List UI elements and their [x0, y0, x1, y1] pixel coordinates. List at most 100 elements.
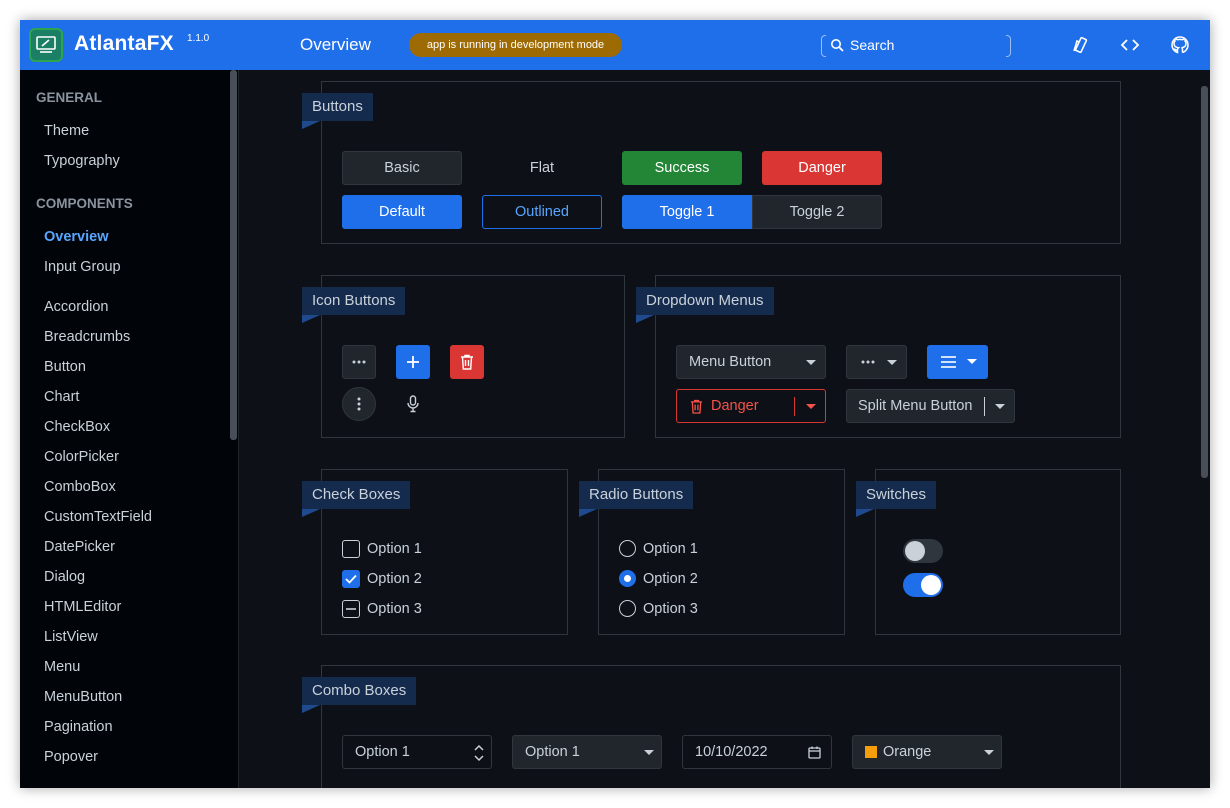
chevron-down-icon[interactable] — [984, 750, 994, 755]
radio-selected[interactable] — [619, 570, 636, 587]
checkbox-option-3[interactable]: Option 3 — [342, 600, 422, 618]
more-vertical-button[interactable] — [342, 387, 376, 421]
success-button[interactable]: Success — [622, 151, 742, 185]
app-window: AtlantaFX 1.1.0 Overview app is running … — [20, 20, 1210, 788]
radio-option-1[interactable]: Option 1 — [619, 540, 698, 557]
sidebar-item-breadcrumbs[interactable]: Breadcrumbs — [44, 329, 130, 345]
checkbox-label: Option 3 — [367, 601, 422, 617]
checkbox-checked[interactable] — [342, 570, 360, 588]
radio-unselected[interactable] — [619, 600, 636, 617]
combo-boxes-card — [321, 665, 1121, 788]
sidebar-item-typography[interactable]: Typography — [44, 153, 120, 169]
sidebar-item-listview[interactable]: ListView — [44, 629, 98, 645]
sidebar-item-overview[interactable]: Overview — [44, 229, 109, 245]
color-picker[interactable]: Orange — [852, 735, 1002, 769]
default-button[interactable]: Default — [342, 195, 462, 229]
search-icon — [831, 39, 844, 52]
more-horizontal-button[interactable] — [342, 345, 376, 379]
sidebar-item-customtextfield[interactable]: CustomTextField — [44, 509, 152, 525]
trash-icon — [690, 399, 703, 414]
sidebar-item-combobox[interactable]: ComboBox — [44, 479, 116, 495]
check-boxes-card-title: Check Boxes — [302, 481, 411, 509]
check-icon — [345, 574, 357, 584]
sidebar-item-chart[interactable]: Chart — [44, 389, 79, 405]
source-code-icon[interactable] — [1120, 35, 1140, 55]
sidebar-item-checkbox[interactable]: CheckBox — [44, 419, 110, 435]
sidebar-section-components: COMPONENTS — [36, 196, 133, 211]
toggle-2-button[interactable]: Toggle 2 — [752, 195, 882, 229]
danger-split-label: Danger — [711, 398, 759, 414]
theme-icon[interactable] — [1070, 35, 1090, 55]
split-divider — [794, 397, 795, 416]
microphone-icon — [407, 395, 419, 413]
spinner-value: Option 1 — [355, 744, 410, 760]
radio-option-3[interactable]: Option 3 — [619, 600, 698, 617]
app-logo-icon — [29, 28, 63, 62]
radio-buttons-card-title: Radio Buttons — [579, 481, 694, 509]
checkbox-label: Option 1 — [367, 541, 422, 557]
color-value: Orange — [883, 744, 932, 760]
checkbox-option-2[interactable]: Option 2 — [342, 570, 422, 588]
combo-boxes-card-title: Combo Boxes — [302, 677, 417, 705]
hamburger-menu-button[interactable] — [927, 345, 988, 379]
sidebar-item-pagination[interactable]: Pagination — [44, 719, 113, 735]
dropdown-menus-card-title: Dropdown Menus — [636, 287, 774, 315]
more-horizontal-icon — [352, 360, 366, 364]
split-divider — [984, 397, 985, 416]
calendar-icon[interactable] — [808, 746, 821, 759]
danger-button[interactable]: Danger — [762, 151, 882, 185]
danger-split-button[interactable]: Danger — [676, 389, 826, 423]
spinner-field[interactable]: Option 1 — [342, 735, 492, 769]
outlined-button[interactable]: Outlined — [482, 195, 602, 229]
sidebar-item-htmleditor[interactable]: HTMLEditor — [44, 599, 121, 615]
microphone-button[interactable] — [396, 387, 430, 421]
date-picker[interactable]: 10/10/2022 — [682, 735, 832, 769]
sidebar-item-menubutton[interactable]: MenuButton — [44, 689, 122, 705]
sidebar-item-menu[interactable]: Menu — [44, 659, 80, 675]
search-button[interactable]: Search — [821, 33, 1011, 57]
github-icon[interactable] — [1170, 35, 1190, 55]
sidebar-item-datepicker[interactable]: DatePicker — [44, 539, 115, 555]
more-vertical-icon — [357, 397, 361, 411]
sidebar-item-button[interactable]: Button — [44, 359, 86, 375]
switch-off[interactable] — [903, 539, 943, 563]
combo-box[interactable]: Option 1 — [512, 735, 662, 769]
color-swatch — [865, 746, 877, 758]
add-button[interactable] — [396, 345, 430, 379]
checkbox-indeterminate[interactable] — [342, 600, 360, 618]
hamburger-icon — [941, 356, 956, 368]
sidebar-item-dialog[interactable]: Dialog — [44, 569, 85, 585]
radio-unselected[interactable] — [619, 540, 636, 557]
delete-button[interactable] — [450, 345, 484, 379]
more-horizontal-icon — [861, 360, 875, 364]
checkbox-label: Option 2 — [367, 571, 422, 587]
radio-label: Option 1 — [643, 540, 698, 557]
icon-buttons-card-title: Icon Buttons — [302, 287, 406, 315]
basic-button[interactable]: Basic — [342, 151, 462, 185]
sidebar-item-popover[interactable]: Popover — [44, 749, 98, 765]
date-value: 10/10/2022 — [695, 744, 768, 760]
radio-option-2[interactable]: Option 2 — [619, 570, 698, 587]
checkbox-unchecked[interactable] — [342, 540, 360, 558]
sidebar-item-accordion[interactable]: Accordion — [44, 299, 108, 315]
split-menu-button[interactable]: Split Menu Button — [846, 389, 1015, 423]
sidebar-scrollbar[interactable] — [230, 70, 237, 440]
chevron-down-icon — [887, 360, 897, 365]
chevron-down-icon[interactable] — [644, 750, 654, 755]
main-scrollbar[interactable] — [1201, 86, 1208, 478]
sidebar-item-theme[interactable]: Theme — [44, 123, 89, 139]
toggle-1-button[interactable]: Toggle 1 — [622, 195, 752, 229]
more-menu-button[interactable] — [846, 345, 907, 379]
sidebar-item-colorpicker[interactable]: ColorPicker — [44, 449, 119, 465]
sidebar-item-input-group[interactable]: Input Group — [44, 259, 121, 275]
switch-on[interactable] — [903, 573, 943, 597]
chevron-down-icon[interactable] — [995, 404, 1005, 409]
combo-value: Option 1 — [525, 744, 580, 760]
flat-button[interactable]: Flat — [482, 151, 602, 185]
chevron-down-icon[interactable] — [806, 404, 816, 409]
plus-icon — [407, 356, 419, 368]
menu-button[interactable]: Menu Button — [676, 345, 826, 379]
radio-label: Option 2 — [643, 570, 698, 587]
spinner-arrows-icon[interactable] — [474, 744, 484, 762]
checkbox-option-1[interactable]: Option 1 — [342, 540, 422, 558]
